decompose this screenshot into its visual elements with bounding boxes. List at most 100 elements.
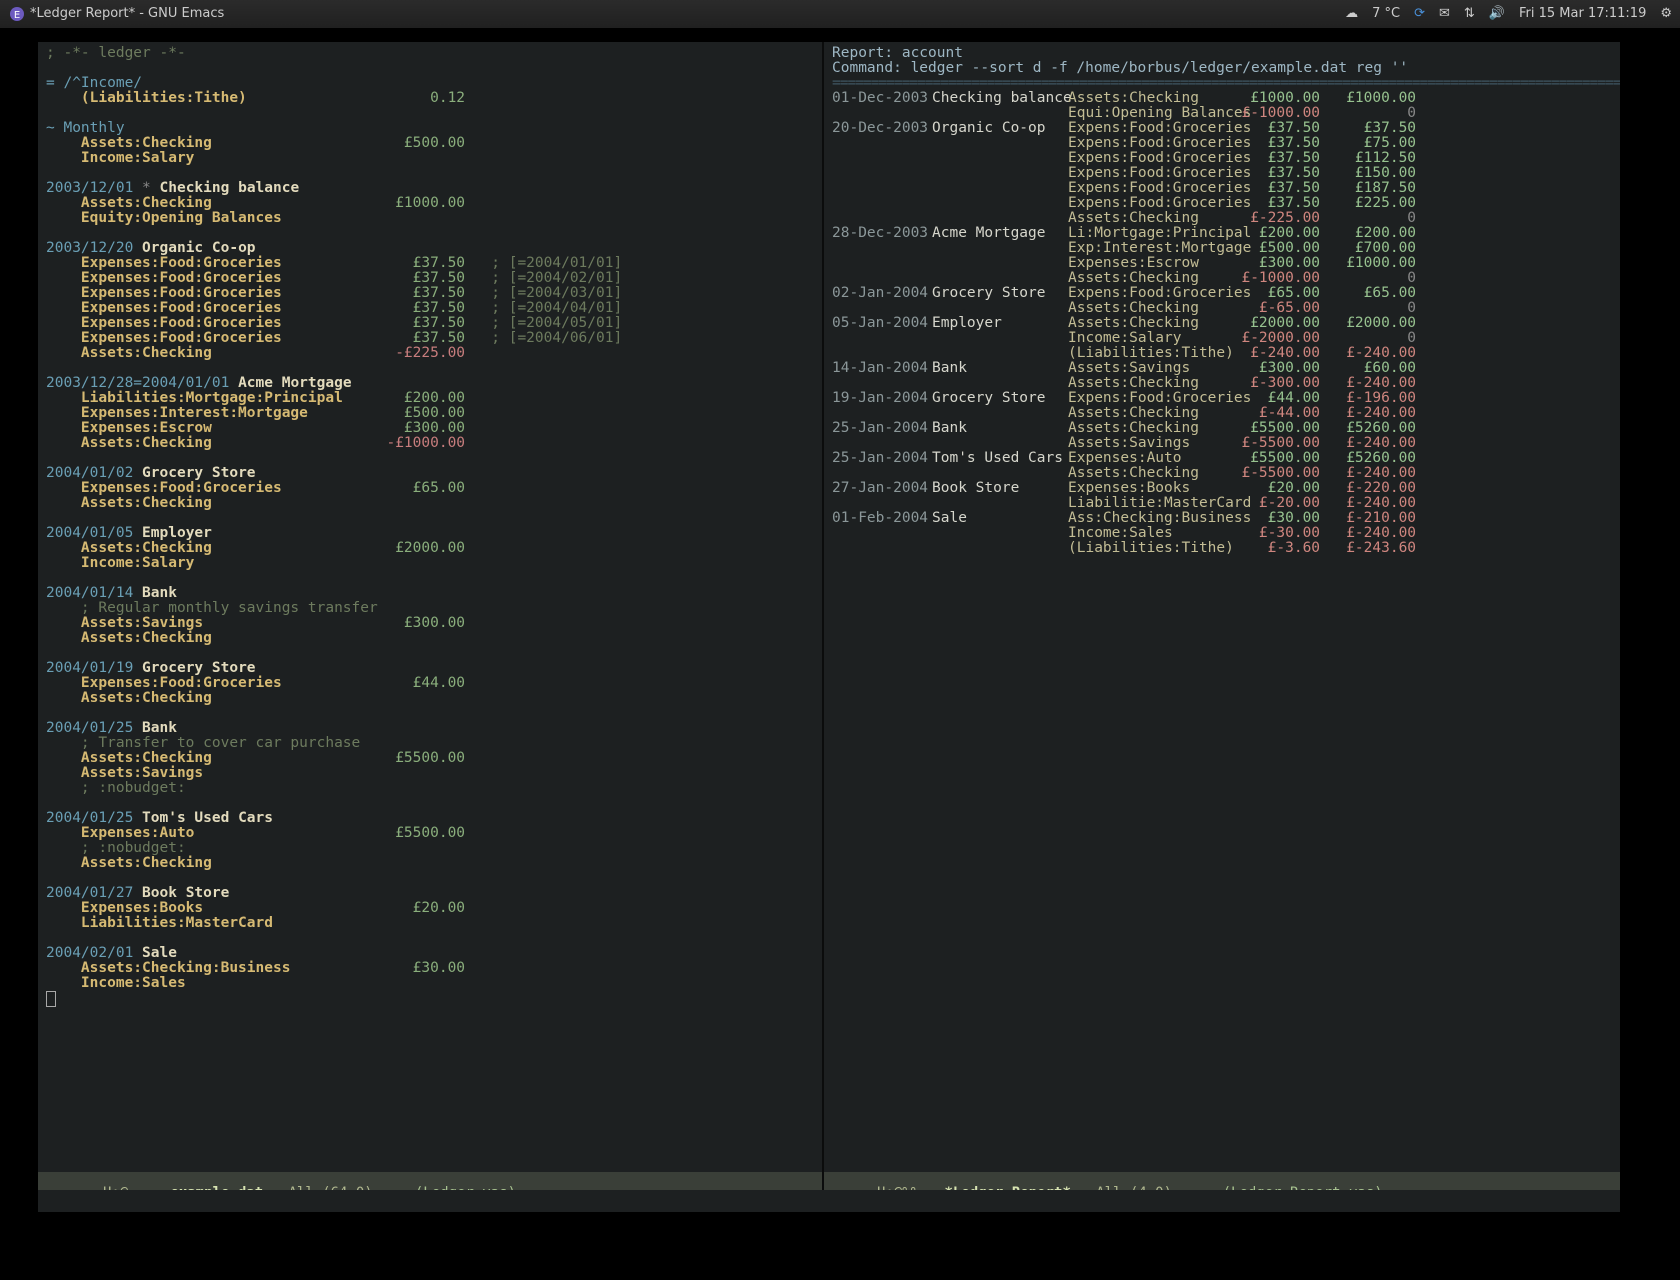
source-line[interactable] xyxy=(46,106,814,121)
ml-pos: All (64,0) xyxy=(263,1185,415,1190)
source-line[interactable]: Assets:Checking xyxy=(46,856,814,871)
source-line[interactable]: Assets:Checking -£225.00 xyxy=(46,346,814,361)
source-line[interactable] xyxy=(46,706,814,721)
source-line[interactable]: = /^Income/ xyxy=(46,76,814,91)
report-row: Assets:Checking £-5500.00 £-240.00 xyxy=(832,466,1612,481)
right-window[interactable]: Report: accountCommand: ledger --sort d … xyxy=(822,42,1620,1190)
source-line[interactable]: 2004/01/25 Tom's Used Cars xyxy=(46,811,814,826)
source-line[interactable]: 2004/01/27 Book Store xyxy=(46,886,814,901)
source-line[interactable]: 2004/01/19 Grocery Store xyxy=(46,661,814,676)
source-line[interactable]: Assets:Checking xyxy=(46,631,814,646)
clock: Fri 15 Mar 17:11:19 xyxy=(1519,7,1646,20)
report-row: (Liabilities:Tithe) £-3.60 £-243.60 xyxy=(832,541,1612,556)
source-line[interactable] xyxy=(46,796,814,811)
source-line[interactable] xyxy=(46,511,814,526)
source-line[interactable]: Expenses:Food:Groceries £37.50 ; [=2004/… xyxy=(46,316,814,331)
source-line[interactable] xyxy=(46,931,814,946)
report-row: Assets:Savings £-5500.00 £-240.00 xyxy=(832,436,1612,451)
source-line[interactable]: 2004/02/01 Sale xyxy=(46,946,814,961)
ml-buffer-name: *Ledger Report* xyxy=(944,1185,1070,1190)
source-line[interactable]: Income:Salary xyxy=(46,151,814,166)
source-line[interactable]: ; Transfer to cover car purchase xyxy=(46,736,814,751)
source-line[interactable]: Liabilities:MasterCard xyxy=(46,916,814,931)
source-line[interactable]: 2003/12/20 Organic Co-op xyxy=(46,241,814,256)
source-line[interactable]: Expenses:Food:Groceries £65.00 xyxy=(46,481,814,496)
report-row: 25-Jan-2004BankAssets:Checking £5500.00 … xyxy=(832,421,1612,436)
volume-icon[interactable]: 🔊 xyxy=(1489,7,1505,20)
point-cursor xyxy=(46,991,56,1007)
source-line[interactable] xyxy=(46,871,814,886)
system-icon[interactable]: ⚙ xyxy=(1660,7,1672,20)
source-line[interactable]: ; Regular monthly savings transfer xyxy=(46,601,814,616)
ml-buffer-name: example.dat xyxy=(170,1185,263,1190)
source-line[interactable]: Expenses:Food:Groceries £37.50 ; [=2004/… xyxy=(46,271,814,286)
source-line[interactable]: Expenses:Books £20.00 xyxy=(46,901,814,916)
report-row: 27-Jan-2004Book StoreExpenses:Books £20.… xyxy=(832,481,1612,496)
source-line[interactable] xyxy=(46,991,814,1007)
ml-mode: (Ledger yas) xyxy=(415,1185,516,1190)
report-row: 05-Jan-2004EmployerAssets:Checking £2000… xyxy=(832,316,1612,331)
source-line[interactable]: Assets:Savings £300.00 xyxy=(46,616,814,631)
source-line[interactable]: Assets:Checking £5500.00 xyxy=(46,751,814,766)
source-line[interactable]: 2004/01/25 Bank xyxy=(46,721,814,736)
source-line[interactable]: Expenses:Food:Groceries £44.00 xyxy=(46,676,814,691)
source-line[interactable]: 2003/12/01 * Checking balance xyxy=(46,181,814,196)
source-line[interactable]: (Liabilities:Tithe) 0.12 xyxy=(46,91,814,106)
emacs-frame: ; -*- ledger -*- = /^Income/ (Liabilitie… xyxy=(38,42,1620,1212)
report-row: Assets:Checking £-300.00 £-240.00 xyxy=(832,376,1612,391)
source-line[interactable]: Assets:Checking £2000.00 xyxy=(46,541,814,556)
ml-pos: All (4,0) xyxy=(1071,1185,1223,1190)
source-line[interactable]: ; :nobudget: xyxy=(46,841,814,856)
left-window[interactable]: ; -*- ledger -*- = /^Income/ (Liabilitie… xyxy=(38,42,822,1190)
source-line[interactable]: Expenses:Auto £5500.00 xyxy=(46,826,814,841)
source-line[interactable]: Liabilities:Mortgage:Principal £200.00 xyxy=(46,391,814,406)
report-row: Equi:Opening Balances £-1000.00 0 xyxy=(832,106,1612,121)
source-line[interactable]: ~ Monthly xyxy=(46,121,814,136)
source-line[interactable] xyxy=(46,61,814,76)
report-row: Expens:Food:Groceries £37.50 £75.00 xyxy=(832,136,1612,151)
source-line[interactable]: Expenses:Food:Groceries £37.50 ; [=2004/… xyxy=(46,286,814,301)
source-line[interactable]: Expenses:Food:Groceries £37.50 ; [=2004/… xyxy=(46,256,814,271)
source-line[interactable]: Expenses:Food:Groceries £37.50 ; [=2004/… xyxy=(46,301,814,316)
report-row: Assets:Checking £-65.00 0 xyxy=(832,301,1612,316)
weather-icon[interactable]: ☁ xyxy=(1345,7,1358,20)
source-line[interactable] xyxy=(46,571,814,586)
source-line[interactable]: Expenses:Escrow £300.00 xyxy=(46,421,814,436)
source-line[interactable] xyxy=(46,226,814,241)
report-row: 28-Dec-2003Acme MortgageLi:Mortgage:Prin… xyxy=(832,226,1612,241)
source-line[interactable]: Expenses:Food:Groceries £37.50 ; [=2004/… xyxy=(46,331,814,346)
network-icon[interactable]: ⇅ xyxy=(1464,7,1475,20)
source-line[interactable]: Assets:Savings xyxy=(46,766,814,781)
ledger-report-buffer[interactable]: Report: accountCommand: ledger --sort d … xyxy=(824,42,1620,560)
source-line[interactable]: Equity:Opening Balances xyxy=(46,211,814,226)
report-row: Assets:Checking £-44.00 £-240.00 xyxy=(832,406,1612,421)
source-line[interactable] xyxy=(46,646,814,661)
ml-fill: ----------------------------------------… xyxy=(1383,1185,1620,1190)
source-line[interactable]: Assets:Checking:Business £30.00 xyxy=(46,961,814,976)
report-row: 14-Jan-2004BankAssets:Savings £300.00 £6… xyxy=(832,361,1612,376)
weather-temp: 7 °C xyxy=(1372,7,1400,20)
source-line[interactable]: Income:Sales xyxy=(46,976,814,991)
source-line[interactable]: Assets:Checking xyxy=(46,691,814,706)
source-line[interactable]: Assets:Checking xyxy=(46,496,814,511)
ledger-source-buffer[interactable]: ; -*- ledger -*- = /^Income/ (Liabilitie… xyxy=(38,42,822,1011)
source-line[interactable]: ; -*- ledger -*- xyxy=(46,46,814,61)
source-line[interactable]: 2004/01/02 Grocery Store xyxy=(46,466,814,481)
source-line[interactable]: 2003/12/28=2004/01/01 Acme Mortgage xyxy=(46,376,814,391)
source-line[interactable] xyxy=(46,166,814,181)
source-line[interactable]: Assets:Checking £500.00 xyxy=(46,136,814,151)
source-line[interactable]: Assets:Checking -£1000.00 xyxy=(46,436,814,451)
report-row: Exp:Interest:Mortgage £500.00 £700.00 xyxy=(832,241,1612,256)
source-line[interactable]: Expenses:Interest:Mortgage £500.00 xyxy=(46,406,814,421)
source-line[interactable]: Income:Salary xyxy=(46,556,814,571)
report-row: 20-Dec-2003Organic Co-opExpens:Food:Groc… xyxy=(832,121,1612,136)
source-line[interactable] xyxy=(46,451,814,466)
mail-icon[interactable]: ✉ xyxy=(1439,7,1450,20)
source-line[interactable]: Assets:Checking £1000.00 xyxy=(46,196,814,211)
source-line[interactable] xyxy=(46,361,814,376)
source-line[interactable]: ; :nobudget: xyxy=(46,781,814,796)
report-row: Assets:Checking £-1000.00 0 xyxy=(832,271,1612,286)
refresh-icon[interactable]: ⟳ xyxy=(1414,7,1425,20)
source-line[interactable]: 2004/01/05 Employer xyxy=(46,526,814,541)
source-line[interactable]: 2004/01/14 Bank xyxy=(46,586,814,601)
